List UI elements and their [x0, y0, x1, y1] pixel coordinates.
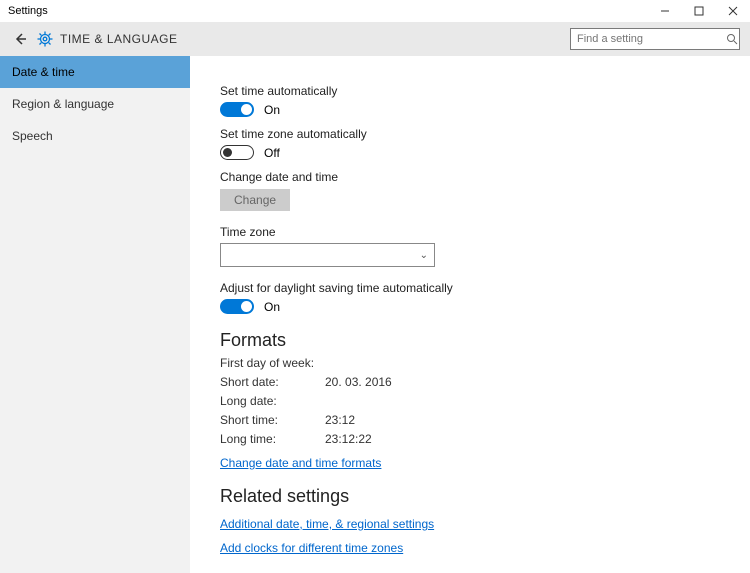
- search-input[interactable]: [571, 33, 725, 45]
- gear-icon: [36, 30, 54, 48]
- format-row: Long time:23:12:22: [220, 432, 730, 446]
- set-tz-auto-state: Off: [264, 146, 280, 160]
- set-tz-auto-label: Set time zone automatically: [220, 127, 730, 141]
- formats-heading: Formats: [220, 330, 730, 351]
- titlebar: Settings: [0, 0, 750, 22]
- sidebar-item-date-time[interactable]: Date & time: [0, 56, 190, 88]
- set-time-auto-toggle[interactable]: [220, 102, 254, 117]
- sidebar-item-region-language[interactable]: Region & language: [0, 88, 190, 120]
- change-date-time-label: Change date and time: [220, 170, 730, 184]
- content-pane: Set time automatically On Set time zone …: [190, 56, 750, 573]
- set-time-auto-label: Set time automatically: [220, 84, 730, 98]
- set-time-auto-state: On: [264, 103, 280, 117]
- search-box[interactable]: [570, 28, 740, 50]
- sidebar-item-speech[interactable]: Speech: [0, 120, 190, 152]
- back-button[interactable]: [10, 29, 30, 49]
- time-zone-dropdown[interactable]: ⌄: [220, 243, 435, 267]
- add-clocks-link[interactable]: Add clocks for different time zones: [220, 541, 730, 555]
- format-row: Short time:23:12: [220, 413, 730, 427]
- dst-label: Adjust for daylight saving time automati…: [220, 281, 730, 295]
- maximize-button[interactable]: [682, 0, 716, 22]
- change-button[interactable]: Change: [220, 189, 290, 211]
- current-datetime-text: [220, 60, 730, 74]
- close-button[interactable]: [716, 0, 750, 22]
- time-zone-label: Time zone: [220, 225, 730, 239]
- minimize-button[interactable]: [648, 0, 682, 22]
- dst-toggle[interactable]: [220, 299, 254, 314]
- format-row: Long date:: [220, 394, 730, 408]
- set-tz-auto-toggle[interactable]: [220, 145, 254, 160]
- additional-settings-link[interactable]: Additional date, time, & regional settin…: [220, 517, 730, 531]
- dst-state: On: [264, 300, 280, 314]
- page-title: TIME & LANGUAGE: [60, 32, 178, 46]
- format-row: First day of week:: [220, 356, 730, 370]
- header-bar: TIME & LANGUAGE: [0, 22, 750, 56]
- related-heading: Related settings: [220, 486, 730, 507]
- search-icon[interactable]: [725, 33, 739, 45]
- chevron-down-icon: ⌄: [420, 250, 428, 261]
- format-row: Short date:20. 03. 2016: [220, 375, 730, 389]
- change-formats-link[interactable]: Change date and time formats: [220, 456, 730, 470]
- window-title: Settings: [0, 5, 48, 17]
- sidebar: Date & time Region & language Speech: [0, 56, 190, 573]
